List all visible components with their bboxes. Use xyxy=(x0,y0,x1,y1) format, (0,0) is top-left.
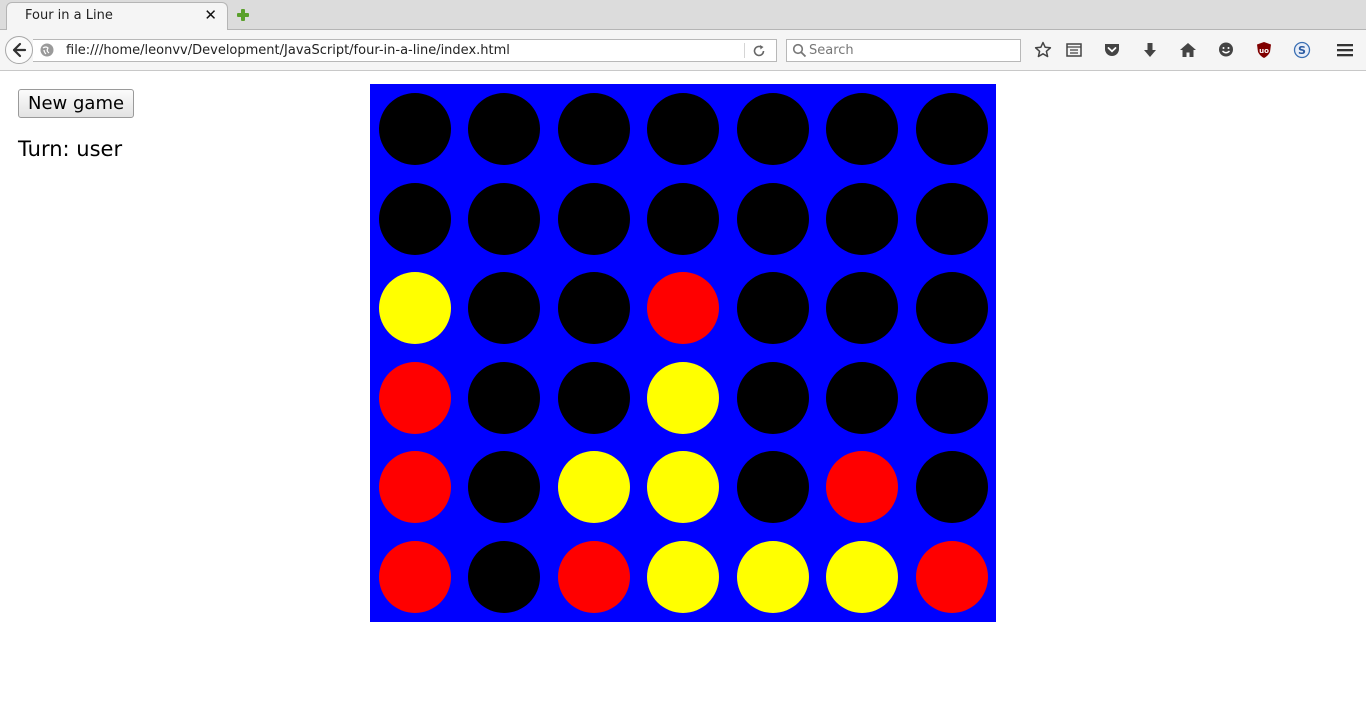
new-game-button[interactable]: New game xyxy=(18,89,135,118)
board-cell-empty[interactable] xyxy=(915,272,988,344)
tab-four-in-a-line[interactable]: Four in a Line ✕ xyxy=(6,2,228,30)
board-cell-empty[interactable] xyxy=(647,93,719,165)
board-cell-yellow[interactable] xyxy=(557,451,630,523)
board-cell-empty[interactable] xyxy=(468,361,540,434)
board-cell-empty[interactable] xyxy=(468,272,540,344)
reading-list-icon[interactable] xyxy=(1065,41,1083,59)
board-cell-empty[interactable] xyxy=(557,272,630,344)
board-cell-empty[interactable] xyxy=(915,361,988,434)
board-cell-empty[interactable] xyxy=(826,361,898,434)
board-cell-empty[interactable] xyxy=(378,182,451,255)
board-cell-empty[interactable] xyxy=(915,451,988,523)
board-cell-red[interactable] xyxy=(378,361,451,434)
back-button[interactable] xyxy=(5,36,33,64)
turn-value: user xyxy=(76,137,123,161)
board-cell-empty[interactable] xyxy=(468,451,540,523)
board-cell-red[interactable] xyxy=(378,451,451,523)
search-input[interactable] xyxy=(809,41,1014,59)
url-text[interactable]: file:///home/leonvv/Development/JavaScri… xyxy=(66,43,510,58)
board-cell-empty[interactable] xyxy=(736,361,809,434)
new-tab-plus-icon[interactable] xyxy=(236,8,250,22)
board-cell-empty[interactable] xyxy=(826,182,898,255)
board-cell-empty[interactable] xyxy=(557,361,630,434)
svg-text:S: S xyxy=(1298,44,1306,57)
download-icon[interactable] xyxy=(1141,41,1159,59)
board-cell-empty[interactable] xyxy=(736,272,809,344)
pocket-icon[interactable] xyxy=(1103,41,1121,59)
back-arrow-icon xyxy=(12,42,27,58)
board-cell-empty[interactable] xyxy=(826,272,898,344)
tab-strip: Four in a Line ✕ xyxy=(0,0,1366,30)
board-cell-empty[interactable] xyxy=(647,182,719,255)
turn-indicator: Turn: user xyxy=(18,137,122,161)
board-cell-yellow[interactable] xyxy=(647,361,719,434)
search-bar[interactable] xyxy=(786,39,1021,62)
board-cell-empty[interactable] xyxy=(736,451,809,523)
board-cell-empty[interactable] xyxy=(826,93,898,165)
board-cell-empty[interactable] xyxy=(468,93,540,165)
search-icon xyxy=(792,43,807,58)
board-cell-yellow[interactable] xyxy=(736,540,809,613)
ublock-icon[interactable]: uo xyxy=(1255,41,1273,59)
board-cell-red[interactable] xyxy=(915,540,988,613)
board-cell-empty[interactable] xyxy=(557,93,630,165)
globe-icon xyxy=(40,43,54,57)
board-cell-red[interactable] xyxy=(378,540,451,613)
board-cell-empty[interactable] xyxy=(557,182,630,255)
board-cell-empty[interactable] xyxy=(915,182,988,255)
board-cell-yellow[interactable] xyxy=(647,451,719,523)
board-cell-empty[interactable] xyxy=(468,540,540,613)
board-cell-red[interactable] xyxy=(647,272,719,344)
board-cell-empty[interactable] xyxy=(736,93,809,165)
menu-icon[interactable] xyxy=(1336,41,1354,59)
bookmark-star-icon[interactable] xyxy=(1034,41,1052,59)
navigation-bar: file:///home/leonvv/Development/JavaScri… xyxy=(0,30,1366,71)
reload-icon[interactable] xyxy=(751,43,767,59)
sync-icon[interactable]: S xyxy=(1293,41,1311,59)
board-cell-yellow[interactable] xyxy=(378,272,451,344)
page-content: New game Turn: user xyxy=(0,71,1366,719)
chat-icon[interactable] xyxy=(1217,41,1235,59)
board-cell-empty[interactable] xyxy=(736,182,809,255)
home-icon[interactable] xyxy=(1179,41,1197,59)
board-cell-red[interactable] xyxy=(826,451,898,523)
board-cell-empty[interactable] xyxy=(915,93,988,165)
svg-text:uo: uo xyxy=(1259,47,1269,55)
tab-title: Four in a Line xyxy=(25,8,113,23)
url-bar[interactable]: file:///home/leonvv/Development/JavaScri… xyxy=(33,39,777,62)
board-cell-empty[interactable] xyxy=(378,93,451,165)
game-board[interactable] xyxy=(370,84,996,622)
turn-label: Turn: xyxy=(18,137,70,161)
url-divider xyxy=(744,43,745,58)
board-cell-yellow[interactable] xyxy=(647,540,719,613)
board-cell-red[interactable] xyxy=(557,540,630,613)
close-icon[interactable]: ✕ xyxy=(204,6,217,24)
board-cell-yellow[interactable] xyxy=(826,540,898,613)
board-cell-empty[interactable] xyxy=(468,182,540,255)
